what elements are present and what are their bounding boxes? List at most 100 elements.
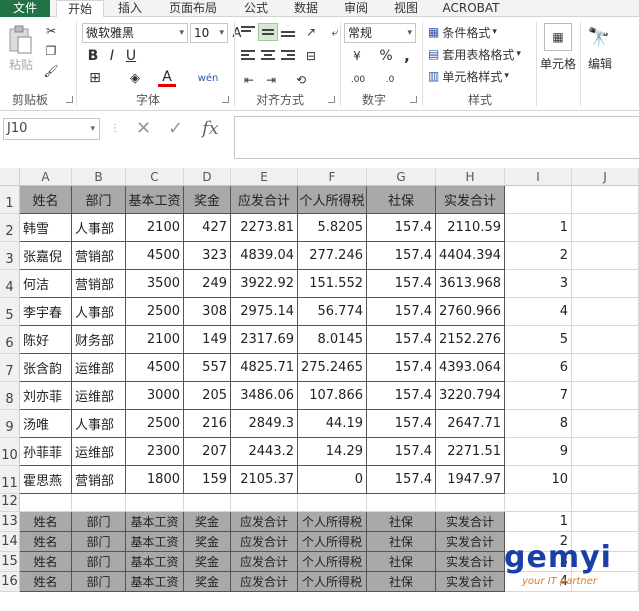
table-cell[interactable]: 277.246 [298,242,367,270]
table-cell[interactable]: 孙菲菲 [20,438,72,466]
tab-view[interactable]: 视图 [386,0,426,17]
row-header[interactable]: 9 [0,410,20,438]
table-cell[interactable]: 人事部 [72,214,126,242]
cell[interactable] [436,494,505,512]
cell[interactable] [72,494,126,512]
repeat-header-cell[interactable]: 个人所得税 [298,552,367,572]
font-size-select[interactable]: 10 ▾ [190,23,228,43]
row-header[interactable]: 10 [0,438,20,466]
align-right-button[interactable] [278,47,298,65]
table-cell[interactable]: 营销部 [72,270,126,298]
row-header[interactable]: 14 [0,532,20,552]
table-cell[interactable]: 2300 [126,438,184,466]
index-cell[interactable]: 1 [505,512,572,532]
repeat-header-cell[interactable]: 奖金 [184,572,231,592]
column-header-g[interactable]: G [367,168,436,186]
table-cell[interactable]: 157.4 [367,466,436,494]
cells-button[interactable]: 单元格 [538,55,578,71]
italic-button[interactable]: I [105,47,119,65]
repeat-header-cell[interactable]: 部门 [72,512,126,532]
repeat-header-cell[interactable]: 实发合计 [436,532,505,552]
cell[interactable] [572,298,639,326]
index-cell[interactable]: 3 [505,270,572,298]
editing-button[interactable]: 编辑 [582,55,618,71]
table-cell[interactable]: 张含韵 [20,354,72,382]
header-cell[interactable]: 应发合计 [231,186,298,214]
number-launcher-icon[interactable] [410,96,417,103]
table-cell[interactable]: 霍思燕 [20,466,72,494]
repeat-header-cell[interactable]: 社保 [367,512,436,532]
table-cell[interactable]: 56.774 [298,298,367,326]
font-color-button[interactable]: A [158,69,176,87]
font-name-select[interactable]: 微软雅黑 ▾ [82,23,188,43]
row-header[interactable]: 11 [0,466,20,494]
table-cell[interactable]: 财务部 [72,326,126,354]
row-header[interactable]: 4 [0,270,20,298]
select-all-corner[interactable] [0,168,20,186]
decrease-indent-icon[interactable]: ⇤ [240,71,258,89]
table-cell[interactable]: 李宇春 [20,298,72,326]
table-cell[interactable]: 2152.276 [436,326,505,354]
table-cell[interactable]: 2100 [126,326,184,354]
underline-button[interactable]: U [124,47,138,65]
table-cell[interactable]: 323 [184,242,231,270]
table-cell[interactable]: 3000 [126,382,184,410]
table-cell[interactable]: 2443.2 [231,438,298,466]
name-box[interactable]: J10 ▾ [3,118,100,140]
tab-insert[interactable]: 插入 [110,0,150,17]
repeat-header-cell[interactable]: 奖金 [184,552,231,572]
row-header[interactable]: 5 [0,298,20,326]
table-cell[interactable]: 308 [184,298,231,326]
table-cell[interactable]: 157.4 [367,270,436,298]
table-cell[interactable]: 2647.71 [436,410,505,438]
comma-button[interactable]: , [400,47,414,65]
table-cell[interactable]: 427 [184,214,231,242]
tab-acrobat[interactable]: ACROBAT [436,0,506,17]
table-cell[interactable]: 4500 [126,242,184,270]
tab-data[interactable]: 数据 [286,0,326,17]
cell[interactable] [20,494,72,512]
table-cell[interactable]: 44.19 [298,410,367,438]
find-icon[interactable]: 🔭 [586,23,612,51]
repeat-header-cell[interactable]: 个人所得税 [298,532,367,552]
repeat-header-cell[interactable]: 应发合计 [231,572,298,592]
table-cell[interactable]: 157.4 [367,438,436,466]
table-cell[interactable]: 3922.92 [231,270,298,298]
align-center-button[interactable] [258,47,278,65]
index-cell[interactable]: 5 [505,326,572,354]
repeat-header-cell[interactable]: 应发合计 [231,552,298,572]
cut-icon[interactable]: ✂ [42,23,60,39]
table-cell[interactable]: 2849.3 [231,410,298,438]
row-header[interactable]: 8 [0,382,20,410]
index-cell[interactable]: 9 [505,438,572,466]
cell[interactable] [298,494,367,512]
font-launcher-icon[interactable] [222,96,229,103]
table-cell[interactable]: 5.8205 [298,214,367,242]
clipboard-launcher-icon[interactable] [66,96,73,103]
cell[interactable] [126,494,184,512]
increase-indent-icon[interactable]: ⇥ [262,71,280,89]
insert-function-icon[interactable]: fx [202,118,219,139]
repeat-header-cell[interactable]: 姓名 [20,572,72,592]
cell[interactable] [505,494,572,512]
table-cell[interactable]: 营销部 [72,466,126,494]
repeat-header-cell[interactable]: 基本工资 [126,572,184,592]
table-cell[interactable]: 157.4 [367,326,436,354]
cell[interactable] [231,494,298,512]
row-header[interactable]: 1 [0,186,20,214]
orientation-icon[interactable]: ↗ [302,23,320,41]
repeat-header-cell[interactable]: 实发合计 [436,552,505,572]
table-cell[interactable]: 159 [184,466,231,494]
table-cell[interactable]: 刘亦菲 [20,382,72,410]
repeat-header-cell[interactable]: 个人所得税 [298,512,367,532]
paste-icon[interactable] [6,25,34,55]
copy-icon[interactable]: ❐ [42,43,60,59]
repeat-header-cell[interactable]: 实发合计 [436,572,505,592]
table-cell[interactable]: 陈好 [20,326,72,354]
merge-center-icon[interactable]: ⊟ [302,47,320,65]
cell[interactable] [184,494,231,512]
cell[interactable] [572,186,639,214]
table-cell[interactable]: 157.4 [367,242,436,270]
decrease-decimal-icon[interactable]: .0 [378,71,402,89]
align-left-button[interactable] [238,47,258,65]
